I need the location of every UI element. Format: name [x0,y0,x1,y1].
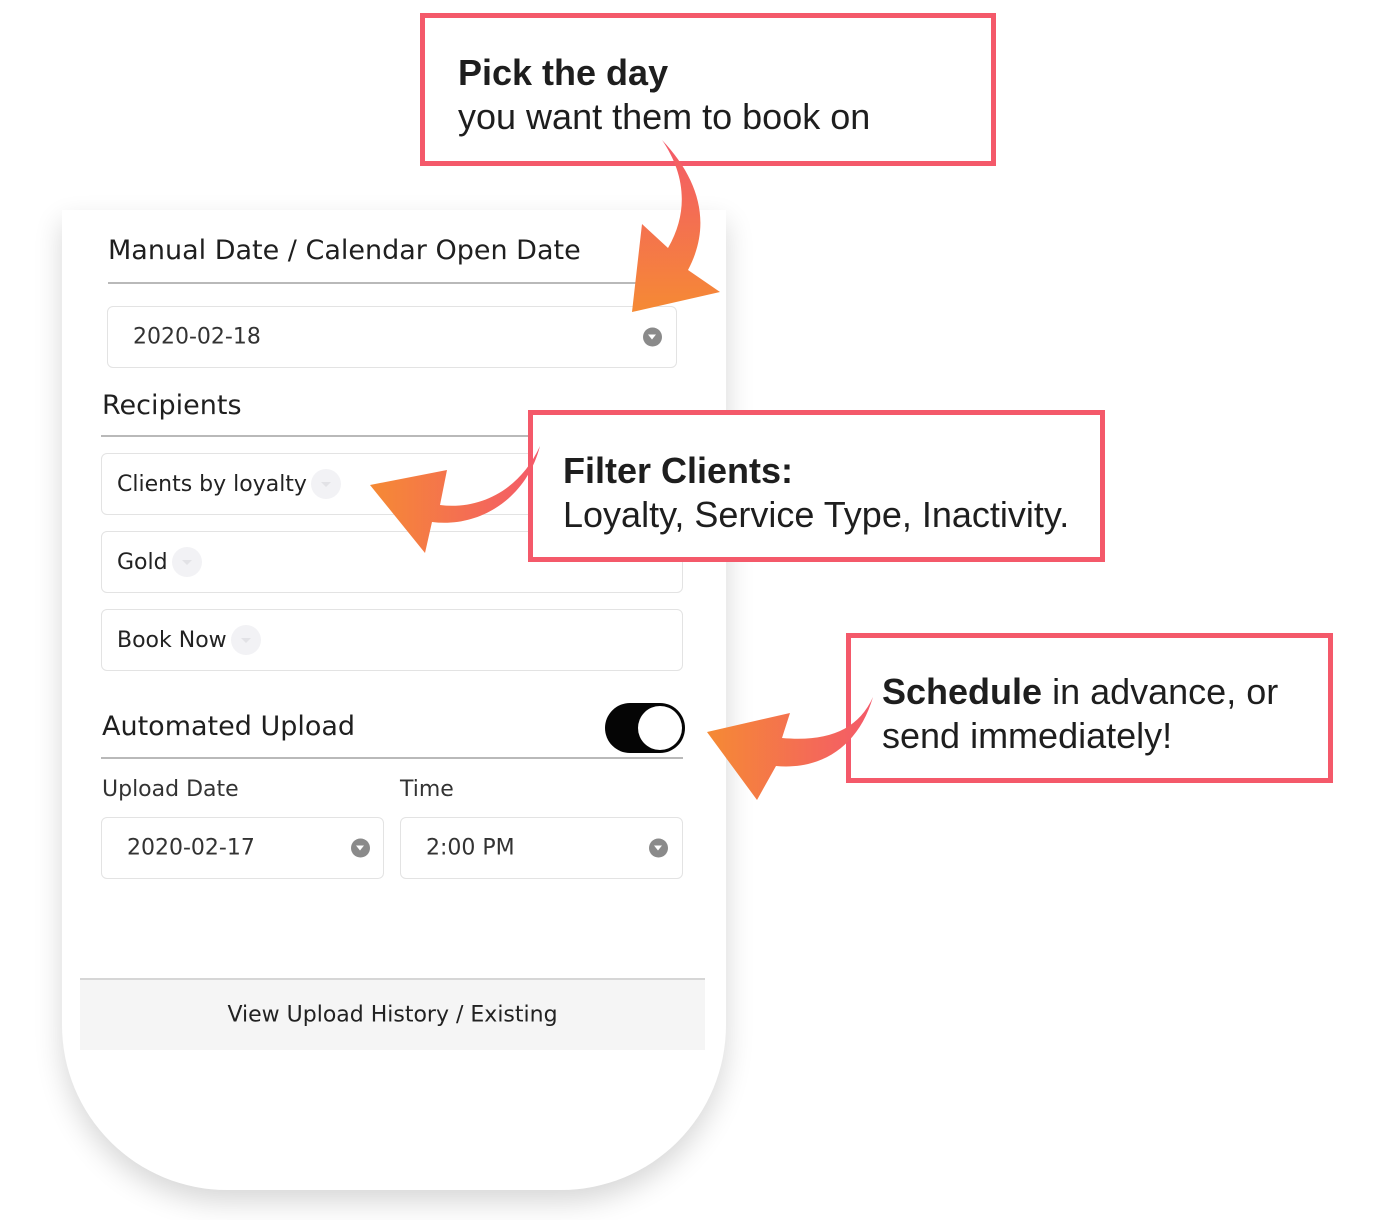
arrow-to-date-icon [632,140,720,312]
arrow-to-toggle-icon [707,697,873,800]
arrow-to-filters-icon [370,446,540,553]
callout-arrows [370,140,873,800]
